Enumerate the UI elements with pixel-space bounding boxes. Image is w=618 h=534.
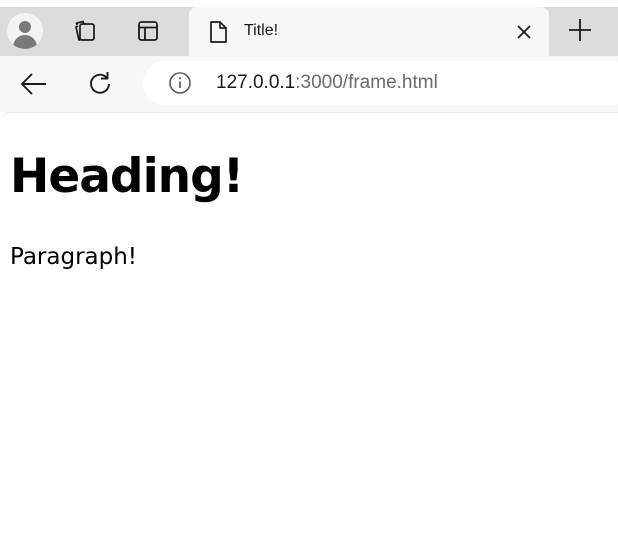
document-icon: [207, 20, 229, 44]
tab-strip-top-edge: [0, 0, 618, 7]
info-icon[interactable]: [168, 71, 192, 95]
tab-actions-button[interactable]: [132, 15, 164, 47]
page-paragraph: Paragraph!: [10, 244, 138, 270]
back-button[interactable]: [18, 68, 50, 100]
address-bar[interactable]: 127.0.0.1:3000/frame.html: [143, 61, 618, 105]
avatar-head: [19, 21, 31, 33]
new-tab-button[interactable]: [566, 16, 594, 44]
browser-window: Title! 127.0.0.1:3000/frame.html Heading…: [0, 0, 618, 534]
page-heading: Heading!: [10, 149, 244, 204]
vertical-tabs-icon: [136, 19, 160, 43]
navigation-toolbar: 127.0.0.1:3000/frame.html: [0, 56, 618, 112]
url-path: :3000/frame.html: [295, 72, 438, 93]
profile-avatar-icon[interactable]: [7, 13, 43, 49]
refresh-button[interactable]: [84, 68, 116, 100]
tab-title: Title!: [244, 22, 279, 39]
back-arrow-icon: [18, 68, 50, 100]
tab-strip: Title!: [0, 0, 618, 56]
close-icon[interactable]: [513, 21, 535, 43]
tab-active[interactable]: Title!: [189, 7, 549, 56]
workspaces-icon: [72, 18, 98, 44]
address-url[interactable]: 127.0.0.1:3000/frame.html: [216, 72, 438, 94]
plus-icon: [566, 16, 594, 44]
workspaces-button[interactable]: [69, 15, 101, 47]
refresh-icon: [84, 68, 116, 100]
avatar-body: [13, 35, 37, 49]
page-content: Heading! Paragraph!: [0, 112, 618, 534]
url-host: 127.0.0.1: [216, 72, 296, 93]
